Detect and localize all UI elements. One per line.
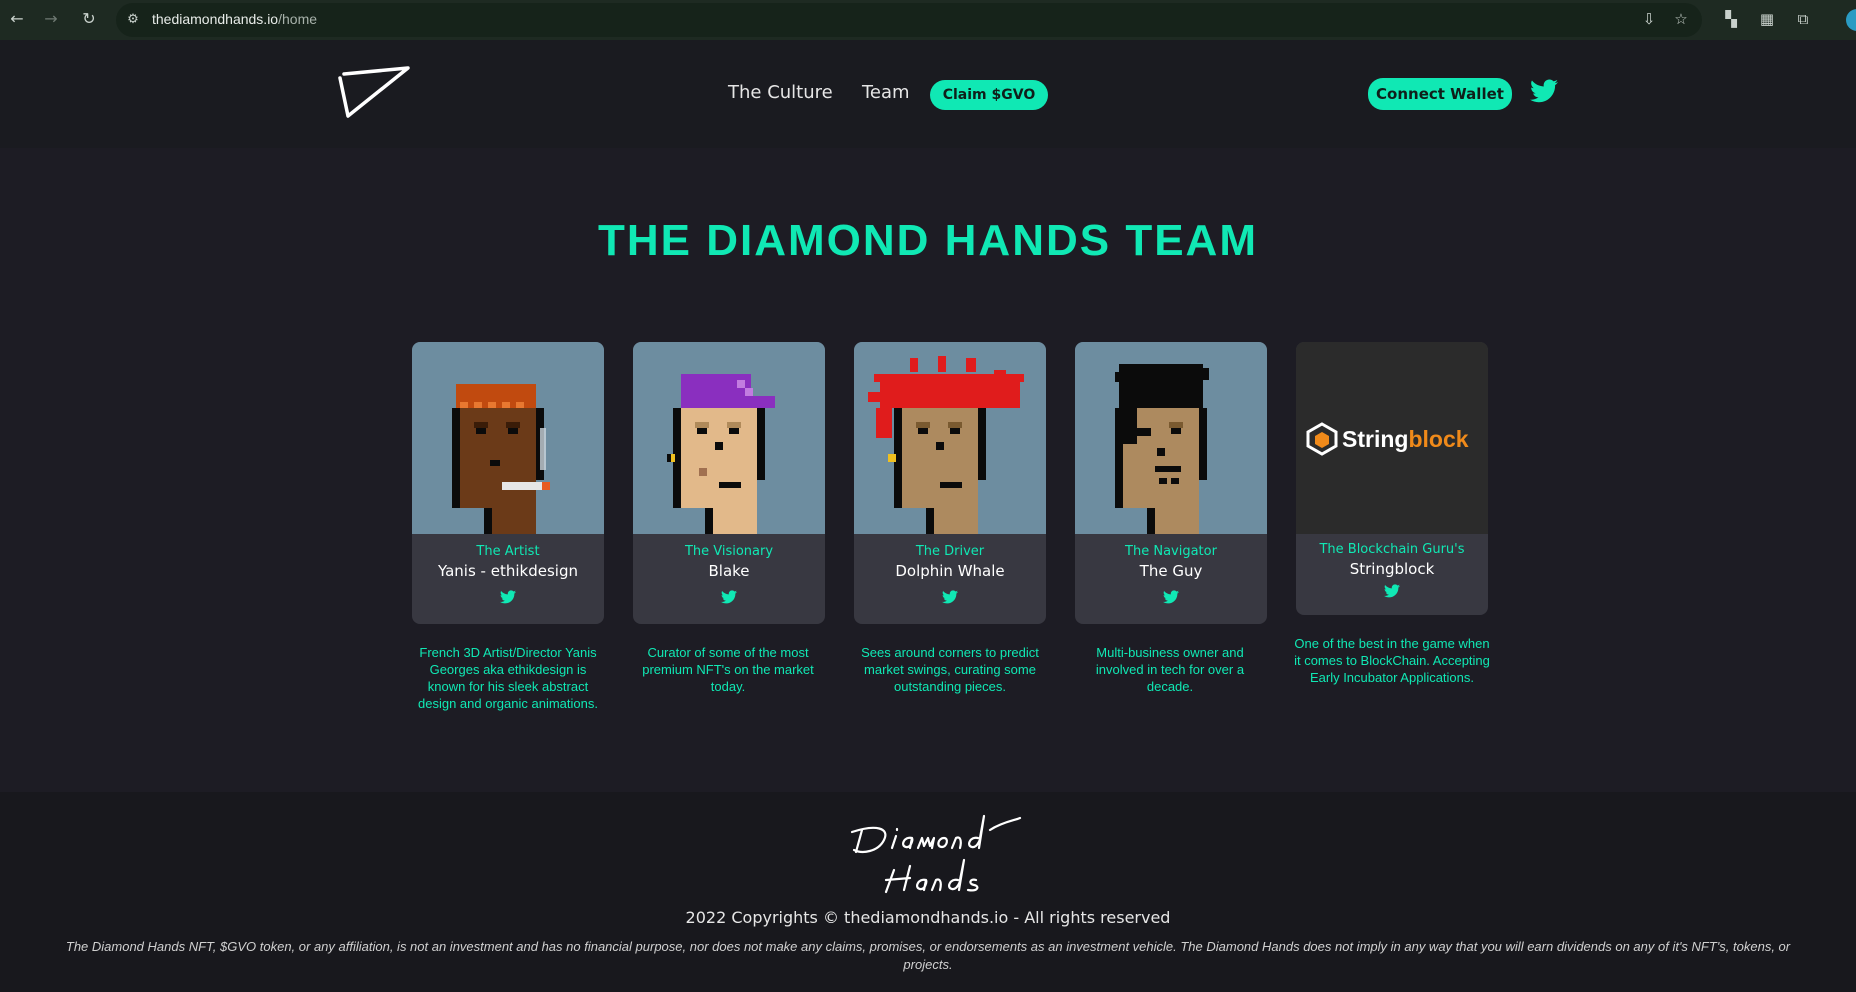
member-name: Dolphin Whale — [895, 562, 1005, 580]
connect-wallet-button[interactable]: Connect Wallet — [1368, 78, 1512, 110]
member-description: One of the best in the game when it come… — [1294, 636, 1490, 685]
nav-the-culture[interactable]: The Culture — [728, 82, 833, 103]
team-card-visionary: The Visionary Blake — [633, 342, 825, 624]
navigator-avatar — [1075, 342, 1267, 534]
back-arrow-icon[interactable]: ← — [4, 6, 30, 32]
member-description: Sees around corners to predict market sw… — [861, 645, 1039, 694]
extensions-puzzle-icon[interactable]: ⧉ — [1790, 6, 1816, 32]
diamond-hands-logo[interactable] — [338, 64, 412, 120]
artist-avatar — [412, 342, 604, 534]
url-text[interactable]: thediamondhands.io/home — [152, 11, 317, 27]
member-role: The Visionary — [684, 544, 774, 559]
member-name: Yanis - ethikdesign — [438, 562, 578, 580]
team-card-navigator: The Navigator The Guy — [1075, 342, 1267, 624]
browser-toolbar: ← → ↻ ⚙ thediamondhands.io/home ⇩ ☆ ▚ ▦ … — [0, 0, 1856, 40]
twitter-icon[interactable] — [500, 590, 516, 604]
extension-icon[interactable]: ▚ — [1718, 6, 1744, 32]
member-description: Multi-business owner and involved in tec… — [1095, 645, 1245, 694]
member-description: Curator of some of the most premium NFT'… — [642, 645, 814, 694]
stringblock-wordmark: Stringblock — [1342, 426, 1469, 452]
member-role: The Navigator — [1125, 544, 1217, 559]
pixel-punk-artist-image — [452, 384, 550, 534]
twitter-icon[interactable] — [1163, 590, 1179, 604]
driver-avatar — [854, 342, 1046, 534]
member-name: Blake — [708, 562, 750, 580]
profile-avatar[interactable] — [1846, 9, 1856, 31]
visionary-avatar — [633, 342, 825, 534]
member-role: The Artist — [476, 544, 540, 559]
pixel-punk-navigator-image — [1115, 364, 1209, 534]
twitter-icon[interactable] — [1530, 78, 1558, 104]
site-header: The Culture Team Claim $GVO Connect Wall… — [0, 40, 1856, 148]
member-role: The Blockchain Guru's — [1319, 542, 1465, 557]
copyright-text: 2022 Copyrights © thediamondhands.io - A… — [685, 908, 1171, 927]
member-role: The Driver — [915, 544, 985, 559]
team-card-artist: The Artist Yanis - ethikdesign — [412, 342, 604, 624]
site-settings-icon[interactable]: ⚙ — [124, 11, 142, 29]
member-name: The Guy — [1139, 562, 1203, 580]
twitter-icon[interactable] — [721, 590, 737, 604]
twitter-icon[interactable] — [942, 590, 958, 604]
team-section: THE DIAMOND HANDS TEAM The Artist Yanis … — [0, 148, 1856, 792]
team-card-stringblock: Stringblock The Blockchain Guru's String… — [1296, 342, 1488, 615]
diamond-hands-signature-logo — [850, 814, 1022, 894]
reload-icon[interactable]: ↻ — [76, 6, 102, 32]
bookmark-star-icon[interactable]: ☆ — [1668, 6, 1694, 32]
team-card-driver: The Driver Dolphin Whale — [854, 342, 1046, 624]
disclaimer-text: The Diamond Hands NFT, $GVO token, or an… — [65, 939, 1791, 972]
stringblock-cube-icon — [1306, 422, 1338, 456]
pixel-punk-driver-image — [868, 356, 1024, 534]
forward-arrow-icon[interactable]: → — [38, 6, 64, 32]
pixel-punk-visionary-image — [667, 374, 775, 534]
claim-gvo-button[interactable]: Claim $GVO — [930, 80, 1048, 110]
member-name: Stringblock — [1349, 560, 1435, 578]
stringblock-logo-tile: Stringblock — [1296, 342, 1488, 534]
site-footer: 2022 Copyrights © thediamondhands.io - A… — [0, 792, 1856, 992]
install-app-icon[interactable]: ⇩ — [1636, 6, 1662, 32]
address-bar[interactable]: ⚙ thediamondhands.io/home — [116, 3, 1702, 37]
nav-team[interactable]: Team — [862, 82, 910, 103]
qr-code-icon[interactable]: ▦ — [1754, 6, 1780, 32]
member-description: French 3D Artist/Director Yanis Georges … — [418, 645, 598, 711]
twitter-icon[interactable] — [1384, 584, 1400, 598]
page-title: THE DIAMOND HANDS TEAM — [598, 216, 1258, 265]
